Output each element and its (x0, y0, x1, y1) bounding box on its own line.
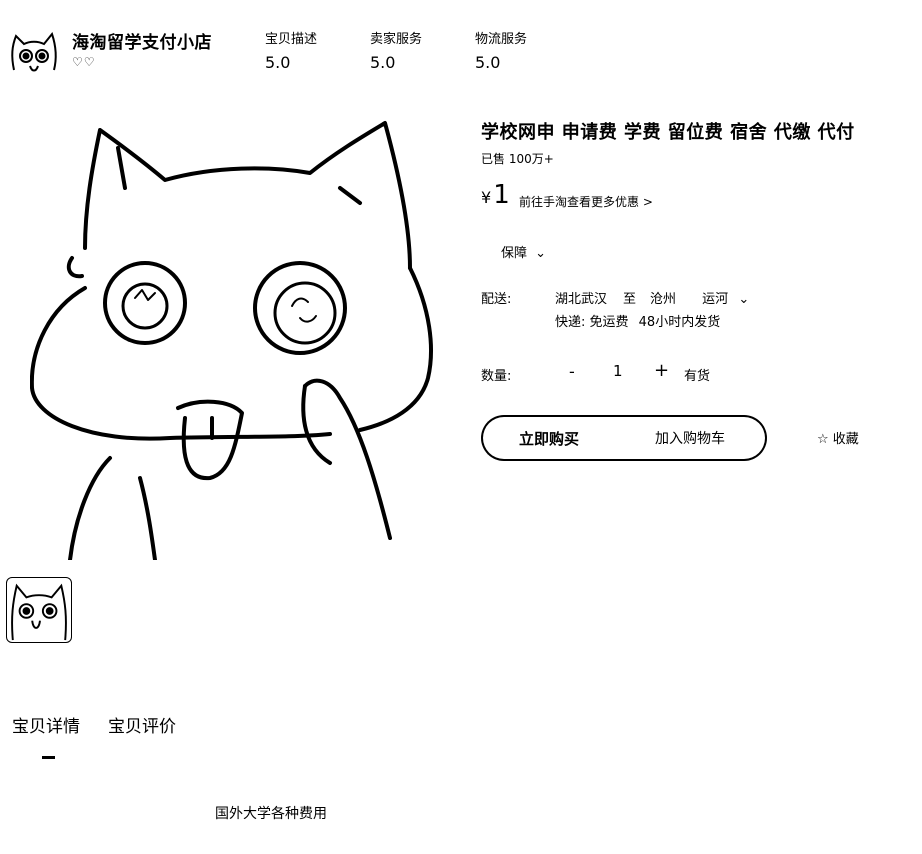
score-value: 5.0 (265, 53, 291, 72)
score-value: 5.0 (475, 53, 501, 72)
destination-city: 沧州 (650, 292, 677, 307)
tab-item-reviews[interactable]: 宝贝评价 (108, 712, 176, 737)
score-label: 卖家服务 (370, 32, 423, 47)
score-label: 宝贝描述 (265, 32, 318, 47)
shop-rating-icons: ♡♡ (72, 55, 96, 69)
shipping-to-word: 至 (623, 292, 637, 307)
score-label: 物流服务 (475, 32, 528, 47)
shipping-method: 快递: 免运费 (555, 315, 629, 330)
price-value: 1 (493, 180, 510, 210)
shop-avatar[interactable] (8, 26, 60, 76)
destination-district: 运河 (702, 292, 729, 307)
product-main-image (29, 118, 450, 562)
buy-now-button[interactable]: 立即购买 (481, 415, 615, 461)
active-tab-indicator (42, 756, 55, 759)
quantity-minus-button[interactable]: - (569, 362, 575, 381)
score-description: 宝贝描述 5.0 (265, 28, 317, 72)
tab-item-details[interactable]: 宝贝详情 (12, 712, 80, 737)
currency-symbol: ¥ (481, 188, 492, 207)
dispatch-time: 48小时内发货 (638, 315, 721, 330)
score-logistics: 物流服务 5.0 (475, 28, 527, 72)
guarantee-dropdown[interactable]: 保障 ⌄ (501, 242, 546, 261)
promo-link[interactable]: 前往手淘查看更多优惠 > (519, 193, 653, 210)
stock-status: 有货 (684, 369, 711, 384)
favorite-button[interactable]: ☆ 收藏 (817, 428, 859, 447)
shipping-label: 配送: (481, 292, 512, 307)
quantity-plus-button[interactable]: + (654, 360, 669, 381)
shipping-destination-select[interactable]: 沧州 运河 ⌄ (650, 288, 749, 307)
shipping-from: 湖北武汉 (555, 292, 608, 307)
price: ¥1 (481, 180, 510, 210)
chevron-down-icon: ⌄ (738, 292, 750, 307)
guarantee-label: 保障 (501, 246, 528, 261)
score-value: 5.0 (370, 53, 396, 72)
detail-text: 国外大学各种费用 (215, 806, 327, 822)
quantity-label: 数量: (481, 369, 512, 384)
add-to-cart-button[interactable]: 加入购物车 (615, 415, 767, 461)
shipping-details: 快递: 免运费 48小时内发货 (555, 311, 720, 330)
score-seller-service: 卖家服务 5.0 (370, 28, 422, 72)
product-title: 学校网申 申请费 学费 留位费 宿舍 代缴 代付 (481, 122, 855, 143)
product-thumbnail[interactable] (6, 577, 72, 643)
quantity-input[interactable]: 1 (613, 362, 623, 380)
sold-count: 已售 100万+ (481, 152, 554, 166)
chevron-down-icon: ⌄ (535, 246, 547, 261)
shop-name[interactable]: 海淘留学支付小店 (72, 28, 212, 53)
